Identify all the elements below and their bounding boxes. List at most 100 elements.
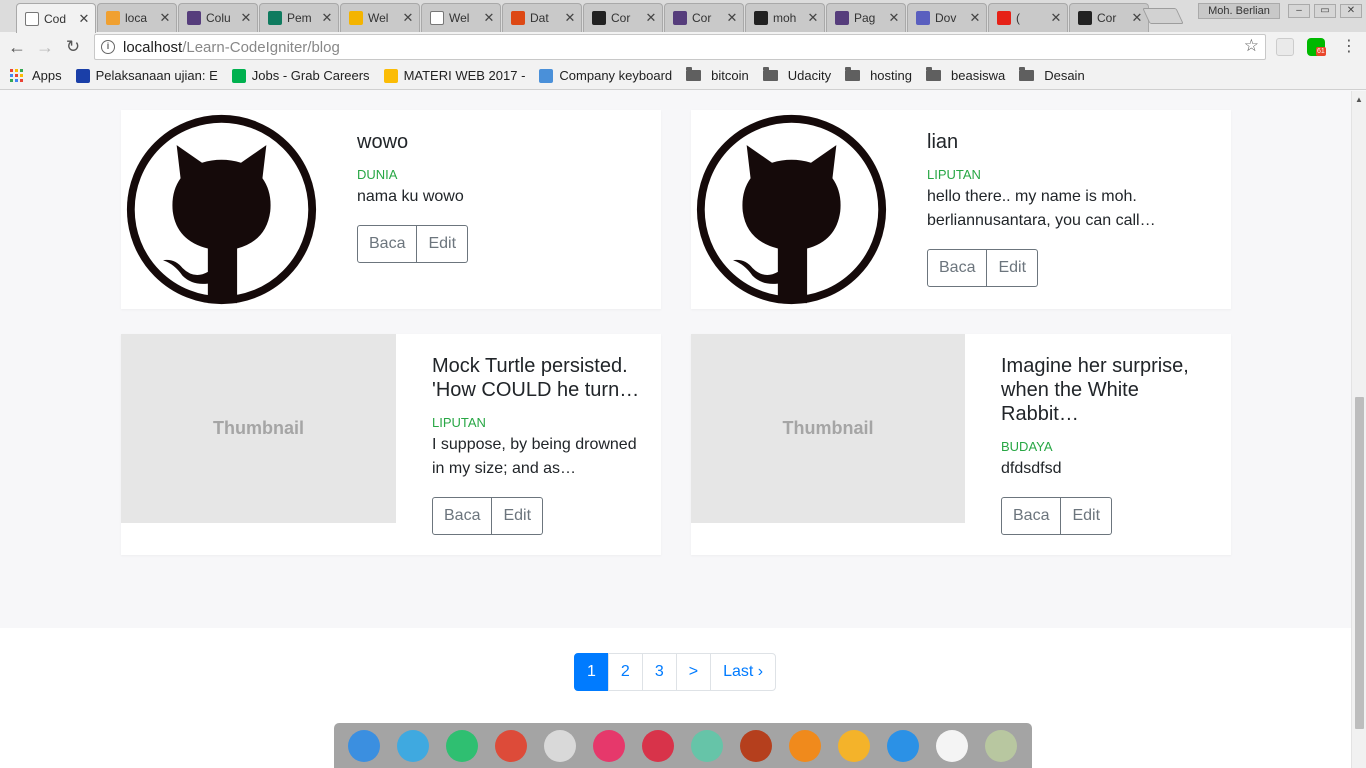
bookmark-item[interactable]: Company keyboard bbox=[539, 68, 672, 83]
post-category: BUDAYA bbox=[1001, 439, 1053, 454]
tab-close-icon[interactable]: ✕ bbox=[1130, 10, 1144, 26]
post-actions: Baca Edit bbox=[927, 249, 1039, 287]
line-extension-icon[interactable]: 61 bbox=[1307, 38, 1326, 56]
browser-tab[interactable]: Cod ✕ bbox=[16, 3, 96, 33]
browser-tab[interactable]: Wel ✕ bbox=[340, 3, 420, 32]
minimize-button[interactable]: – bbox=[1288, 4, 1310, 18]
bookmark-item[interactable]: Udacity bbox=[762, 67, 831, 83]
bookmark-item[interactable]: beasiswa bbox=[926, 67, 1005, 83]
browser-tab[interactable]: Pem ✕ bbox=[259, 3, 339, 32]
bookmark-label: Pelaksanaan ujian: E bbox=[95, 68, 218, 83]
bookmark-item[interactable]: Jobs - Grab Careers bbox=[231, 68, 370, 83]
vlc-icon[interactable] bbox=[789, 729, 821, 762]
read-button[interactable]: Baca bbox=[357, 225, 418, 263]
bookmark-item[interactable]: hosting bbox=[845, 67, 912, 83]
browser-toolbar: ← → ↻ i localhost/Learn-CodeIgniter/blog… bbox=[0, 32, 1366, 62]
browser-tab[interactable]: loca ✕ bbox=[97, 3, 177, 32]
tab-close-icon[interactable]: ✕ bbox=[1049, 10, 1063, 26]
profile-badge[interactable]: Moh. Berlian bbox=[1198, 3, 1280, 19]
tab-close-icon[interactable]: ✕ bbox=[239, 10, 253, 26]
site-info-icon[interactable]: i bbox=[101, 40, 115, 54]
folder-icon bbox=[686, 67, 702, 81]
browser-tab[interactable]: Cor ✕ bbox=[664, 3, 744, 32]
clock-icon[interactable] bbox=[936, 729, 968, 762]
folder-icon bbox=[845, 67, 861, 81]
address-bar[interactable]: i localhost/Learn-CodeIgniter/blog ☆ bbox=[94, 34, 1266, 60]
terminal-icon[interactable] bbox=[642, 729, 674, 762]
phpmyadmin-icon bbox=[106, 11, 120, 25]
terminal-green-icon[interactable] bbox=[446, 729, 478, 762]
brave-icon[interactable] bbox=[740, 729, 772, 762]
pagination-link[interactable]: > bbox=[675, 653, 712, 691]
launcher-icon[interactable] bbox=[348, 729, 380, 762]
browser-tab[interactable]: Cor ✕ bbox=[583, 3, 663, 32]
forward-icon[interactable]: → bbox=[34, 36, 56, 58]
github-icon bbox=[1078, 11, 1092, 25]
tab-close-icon[interactable]: ✕ bbox=[806, 10, 820, 26]
tab-close-icon[interactable]: ✕ bbox=[725, 10, 739, 26]
edit-button[interactable]: Edit bbox=[417, 225, 469, 263]
tab-close-icon[interactable]: ✕ bbox=[401, 10, 415, 26]
bookmark-item[interactable]: Pelaksanaan ujian: E bbox=[75, 68, 218, 83]
post-description: dfdsdfsd bbox=[1001, 460, 1062, 477]
wifi-icon[interactable] bbox=[887, 729, 919, 762]
browser-tab[interactable]: Dov ✕ bbox=[907, 3, 987, 32]
extension-gear-icon[interactable] bbox=[1276, 38, 1294, 56]
tab-close-icon[interactable]: ✕ bbox=[644, 10, 658, 26]
reload-icon[interactable]: ↻ bbox=[62, 36, 84, 58]
pagination-link[interactable]: 3 bbox=[641, 653, 677, 691]
scrollbar-thumb[interactable] bbox=[1355, 397, 1364, 729]
file-manager-icon[interactable] bbox=[397, 729, 429, 762]
menu-kebab-icon[interactable]: ⋮ bbox=[1338, 36, 1360, 58]
settings-icon[interactable] bbox=[544, 729, 576, 762]
edit-button[interactable]: Edit bbox=[987, 249, 1039, 287]
screenshot-icon[interactable] bbox=[593, 729, 625, 762]
maximize-button[interactable]: ▭ bbox=[1314, 4, 1336, 18]
browser-tab[interactable]: Colu ✕ bbox=[178, 3, 258, 32]
post-card: wowo DUNIA nama ku wowo Baca Edit bbox=[121, 110, 661, 309]
bookmark-label: Company keyboard bbox=[559, 68, 673, 83]
post-category: LIPUTAN bbox=[432, 415, 486, 430]
read-button[interactable]: Baca bbox=[927, 249, 988, 287]
atom-icon[interactable] bbox=[691, 729, 723, 762]
bookmark-item[interactable]: Apps bbox=[10, 68, 62, 83]
browser-tab[interactable]: Pag ✕ bbox=[826, 3, 906, 32]
update-icon[interactable] bbox=[838, 729, 870, 762]
pagination-link[interactable]: 2 bbox=[607, 653, 643, 691]
tab-close-icon[interactable]: ✕ bbox=[320, 10, 334, 26]
browser-tab[interactable]: (✕ bbox=[988, 3, 1068, 32]
tab-label: Pag bbox=[854, 11, 876, 25]
read-button[interactable]: Baca bbox=[1001, 497, 1062, 535]
tab-close-icon[interactable]: ✕ bbox=[482, 10, 496, 26]
bookmark-item[interactable]: MATERI WEB 2017 - bbox=[383, 68, 525, 83]
edit-button[interactable]: Edit bbox=[492, 497, 544, 535]
vertical-scrollbar[interactable]: ▲ bbox=[1351, 91, 1366, 768]
tab-close-icon[interactable]: ✕ bbox=[158, 10, 172, 26]
tab-close-icon[interactable]: ✕ bbox=[563, 10, 577, 26]
pagination-link[interactable]: Last › bbox=[710, 653, 777, 691]
tab-label: moh bbox=[773, 11, 797, 25]
scroll-up-icon[interactable]: ▲ bbox=[1355, 95, 1363, 104]
read-button[interactable]: Baca bbox=[432, 497, 493, 535]
browser-tab[interactable]: Cor ✕ bbox=[1069, 3, 1149, 32]
pagination-link[interactable]: 1 bbox=[574, 653, 609, 691]
browser-tab[interactable]: moh ✕ bbox=[745, 3, 825, 32]
bookmark-star-icon[interactable]: ☆ bbox=[1244, 36, 1259, 56]
site-favicon-icon bbox=[231, 68, 246, 83]
post-card: Thumbnail Imagine her surprise, when the… bbox=[691, 334, 1231, 555]
tab-close-icon[interactable]: ✕ bbox=[77, 11, 91, 27]
bookmark-label: hosting bbox=[870, 68, 912, 83]
tab-close-icon[interactable]: ✕ bbox=[968, 10, 982, 26]
browser-tab[interactable]: Dat ✕ bbox=[502, 3, 582, 32]
edit-button[interactable]: Edit bbox=[1061, 497, 1113, 535]
new-tab-button[interactable] bbox=[1142, 8, 1184, 24]
back-icon[interactable]: ← bbox=[6, 36, 28, 58]
bookmark-item[interactable]: Desain bbox=[1019, 67, 1085, 83]
chrome-icon[interactable] bbox=[495, 729, 527, 762]
tab-close-icon[interactable]: ✕ bbox=[887, 10, 901, 26]
post-actions: Baca Edit bbox=[357, 225, 469, 263]
bookmark-item[interactable]: bitcoin bbox=[686, 67, 749, 83]
browser-tab[interactable]: Wel ✕ bbox=[421, 3, 501, 32]
trash-icon[interactable] bbox=[985, 729, 1017, 762]
close-window-button[interactable]: ✕ bbox=[1340, 4, 1362, 18]
